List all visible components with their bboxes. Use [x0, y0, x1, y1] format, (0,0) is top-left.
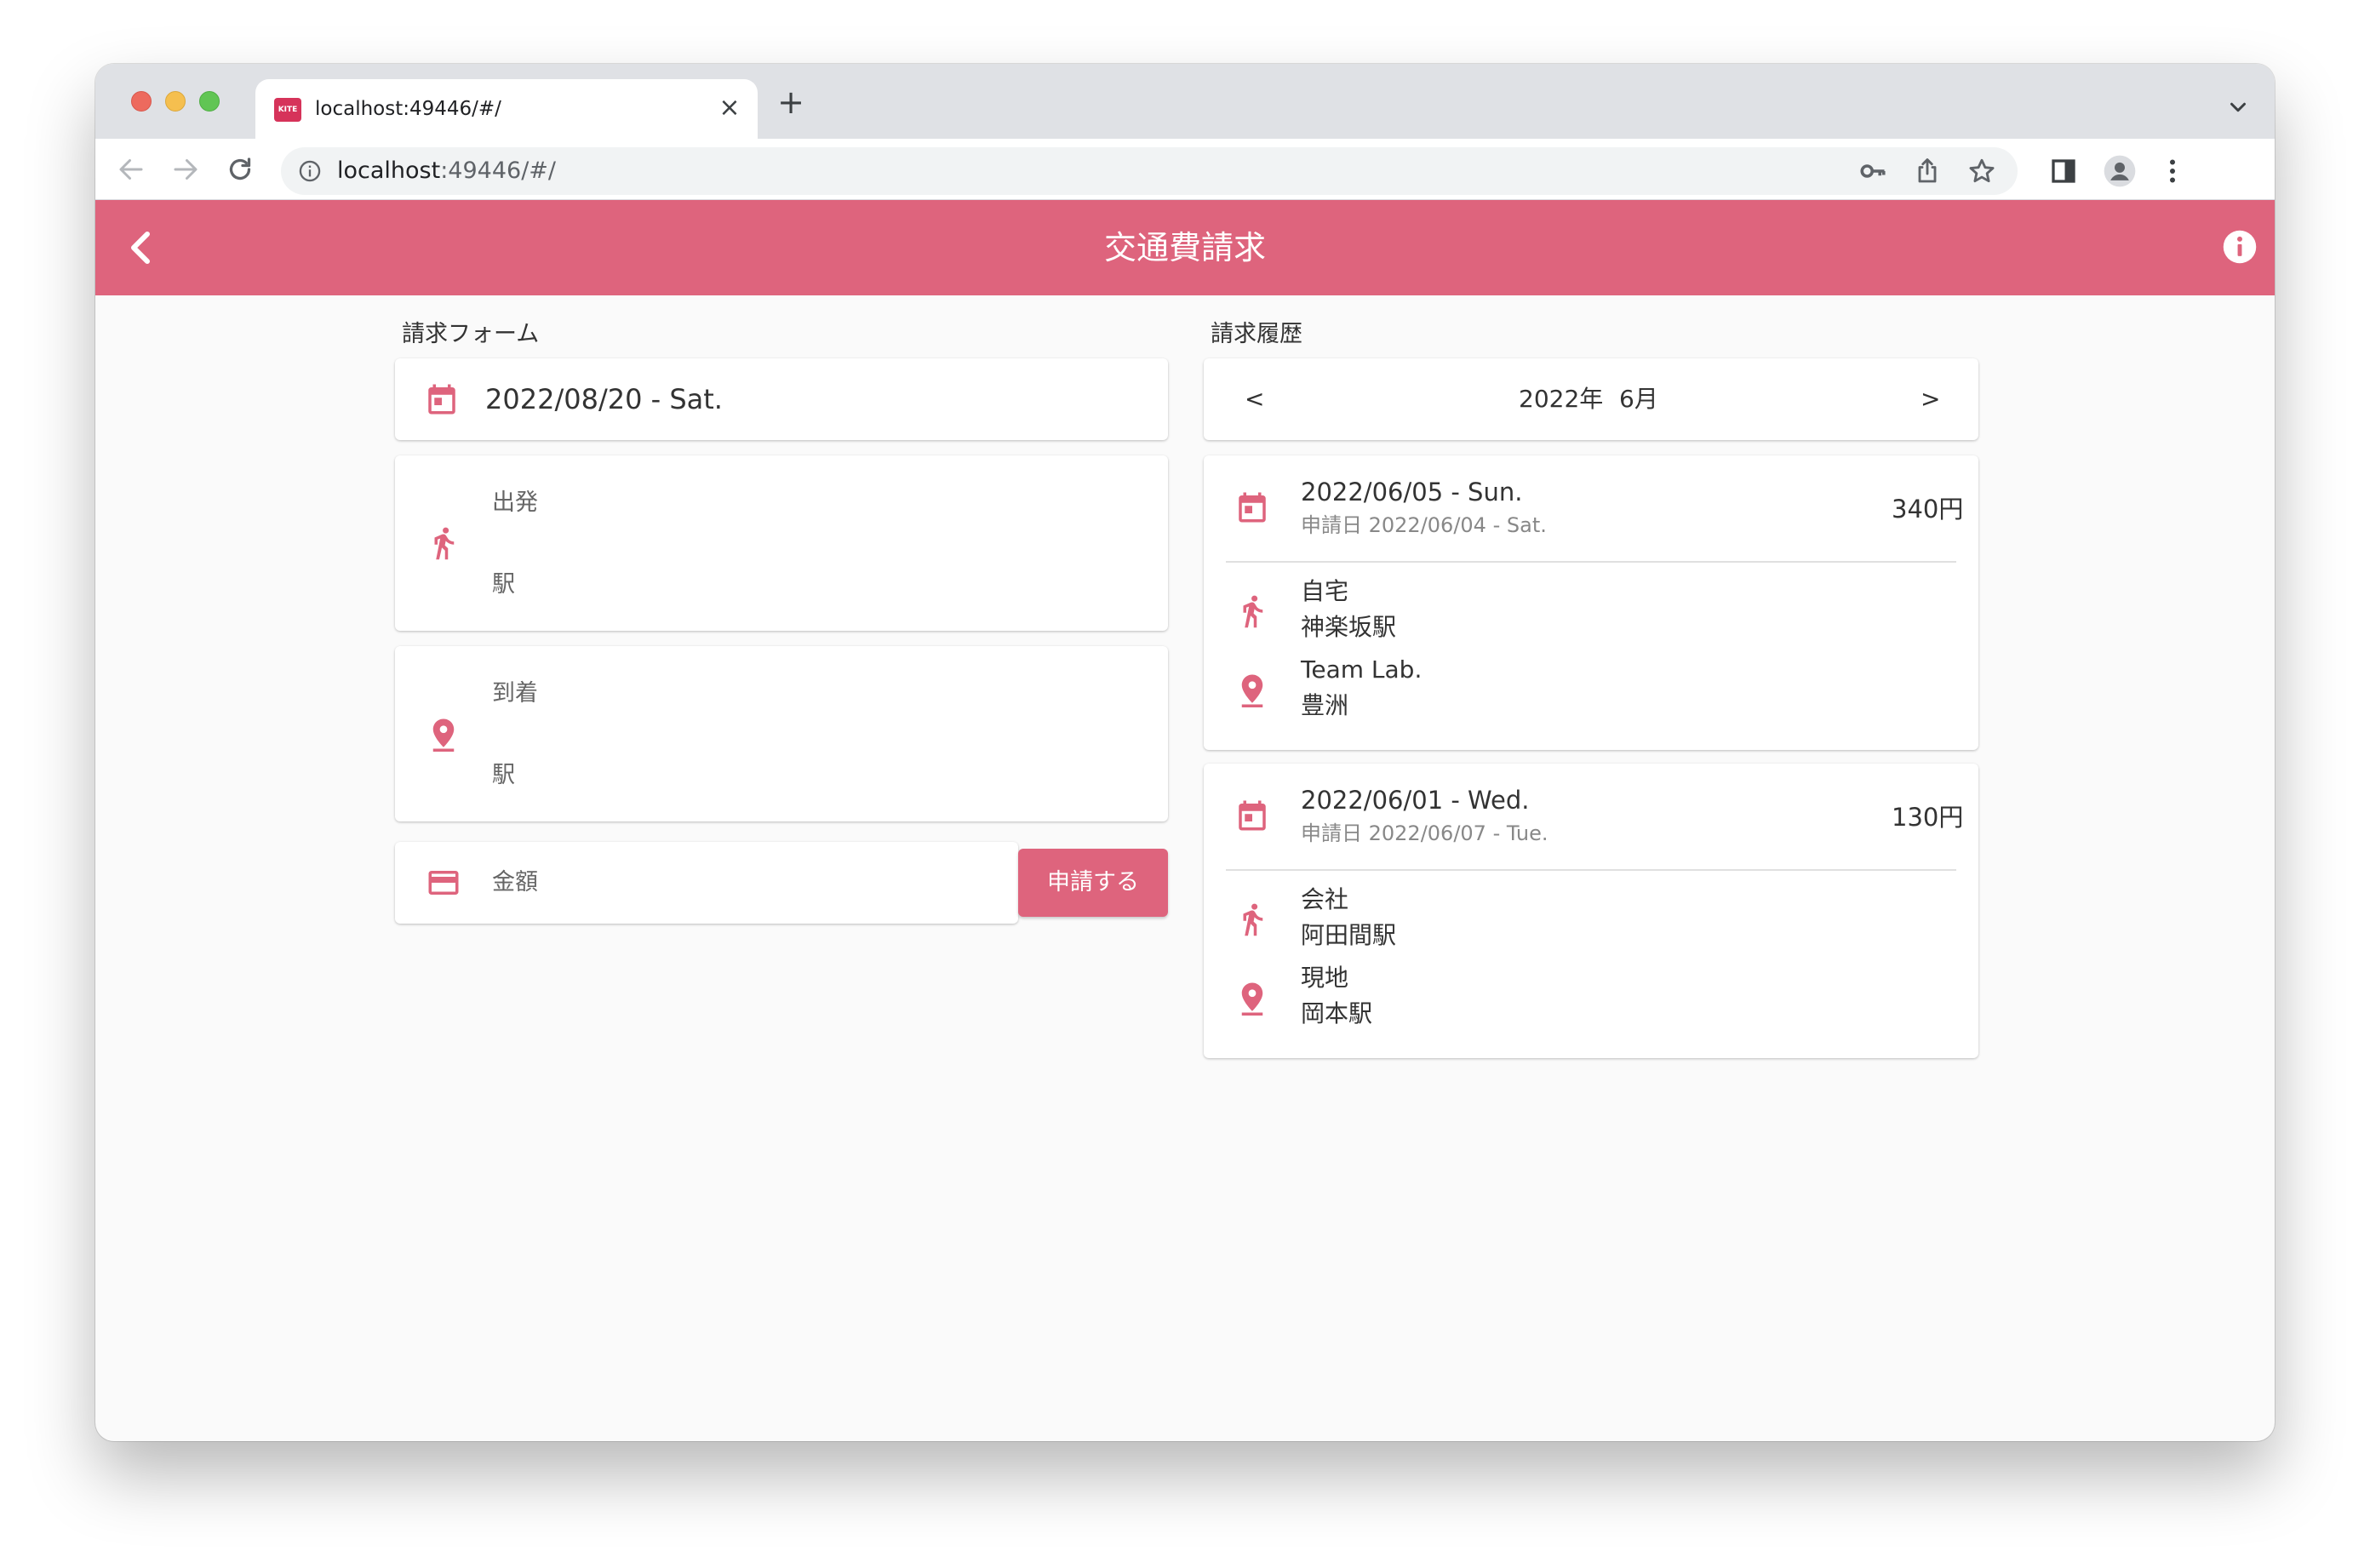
address-bar[interactable]: localhost:49446/#/ — [281, 147, 2018, 195]
location-pin-icon — [1241, 982, 1263, 1016]
side-panel-icon[interactable] — [2048, 156, 2079, 186]
reload-icon[interactable] — [225, 154, 255, 185]
favicon-icon: KITE — [274, 98, 301, 122]
bookmark-star-icon[interactable] — [1966, 156, 1997, 186]
browser-window: KITE localhost:49446/#/ × + localhost:49… — [95, 64, 2275, 1441]
window-minimize-button[interactable] — [165, 91, 186, 112]
history-card[interactable]: 2022/06/01 - Wed. 申請日 2022/06/07 - Tue. … — [1204, 764, 1978, 1058]
arrival-station-input[interactable]: 駅 — [492, 760, 515, 791]
back-arrow-icon[interactable] — [116, 154, 146, 185]
tab-strip: KITE localhost:49446/#/ × + — [95, 64, 2275, 139]
arrival-label: 到着 — [492, 680, 538, 707]
window-zoom-button[interactable] — [199, 91, 220, 112]
credit-card-icon — [428, 871, 459, 895]
history-applied-date: 申請日 2022/06/04 - Sat. — [1301, 513, 1547, 537]
history-card[interactable]: 2022/06/05 - Sun. 申請日 2022/06/04 - Sat. … — [1204, 455, 1978, 750]
walking-person-icon — [1243, 903, 1263, 936]
tab-close-icon[interactable]: × — [715, 94, 744, 123]
history-from-name: 自宅 — [1301, 577, 1349, 605]
submit-button[interactable]: 申請する — [1018, 849, 1168, 917]
browser-tab[interactable]: KITE localhost:49446/#/ × — [255, 79, 758, 139]
next-month-button[interactable]: > — [1921, 384, 1940, 415]
departure-field[interactable]: 出発 駅 — [395, 455, 1168, 631]
url-host: localhost — [337, 157, 441, 184]
prev-month-button[interactable]: < — [1245, 384, 1264, 415]
tab-search-chevron-icon[interactable] — [2225, 94, 2251, 120]
history-from-station: 神楽坂駅 — [1301, 613, 1397, 641]
forward-arrow-icon[interactable] — [170, 154, 201, 185]
history-to-station: 豊洲 — [1301, 691, 1349, 719]
tab-title: localhost:49446/#/ — [315, 98, 501, 120]
month-navigator: < 2022年 6月 > — [1204, 358, 1978, 440]
history-to-station: 岡本駅 — [1301, 999, 1373, 1027]
history-section-label: 請求履歴 — [1211, 321, 1302, 347]
divider — [1226, 869, 1956, 871]
history-applied-date: 申請日 2022/06/07 - Tue. — [1301, 821, 1549, 845]
history-from-station: 阿田間駅 — [1301, 921, 1397, 949]
browser-toolbar: localhost:49446/#/ — [95, 139, 2275, 200]
history-date: 2022/06/05 - Sun. — [1301, 478, 1523, 506]
location-pin-icon — [1241, 674, 1263, 707]
history-to-name: Team Lab. — [1301, 655, 1423, 684]
selected-date: 2022/08/20 - Sat. — [485, 383, 723, 415]
calendar-icon — [1239, 800, 1266, 831]
history-date: 2022/06/01 - Wed. — [1301, 786, 1530, 815]
year-label: 2022年 — [1519, 385, 1604, 413]
profile-avatar-icon[interactable] — [2103, 154, 2137, 188]
amount-field[interactable]: 金額 — [395, 842, 1018, 924]
site-info-icon[interactable] — [298, 159, 322, 183]
date-picker-field[interactable]: 2022/08/20 - Sat. — [395, 358, 1168, 440]
arrival-field[interactable]: 到着 駅 — [395, 646, 1168, 821]
calendar-icon — [428, 384, 455, 415]
key-icon[interactable] — [1858, 156, 1888, 186]
new-tab-button[interactable]: + — [776, 86, 805, 118]
location-pin-icon — [432, 718, 455, 752]
form-section-label: 請求フォーム — [402, 321, 540, 347]
url-path: :49446/#/ — [440, 157, 557, 184]
history-amount: 130円 — [1892, 803, 1964, 832]
walking-person-icon — [1243, 595, 1263, 628]
share-icon[interactable] — [1912, 156, 1943, 186]
divider — [1226, 561, 1956, 563]
app-bar: 交通費請求 — [95, 200, 2275, 295]
url-text: localhost:49446/#/ — [337, 157, 556, 185]
info-icon[interactable] — [2222, 229, 2258, 265]
departure-label: 出発 — [492, 489, 538, 516]
window-close-button[interactable] — [131, 91, 152, 112]
history-to-name: 現地 — [1301, 964, 1349, 992]
page-title: 交通費請求 — [1103, 229, 1266, 266]
history-from-name: 会社 — [1301, 885, 1349, 913]
calendar-icon — [1239, 492, 1266, 523]
departure-station-input[interactable]: 駅 — [492, 569, 515, 600]
month-label: 6月 — [1619, 385, 1658, 413]
amount-input[interactable]: 金額 — [492, 867, 538, 898]
more-vert-icon[interactable] — [2157, 156, 2188, 186]
history-amount: 340円 — [1892, 495, 1964, 524]
walking-person-icon — [434, 527, 455, 560]
